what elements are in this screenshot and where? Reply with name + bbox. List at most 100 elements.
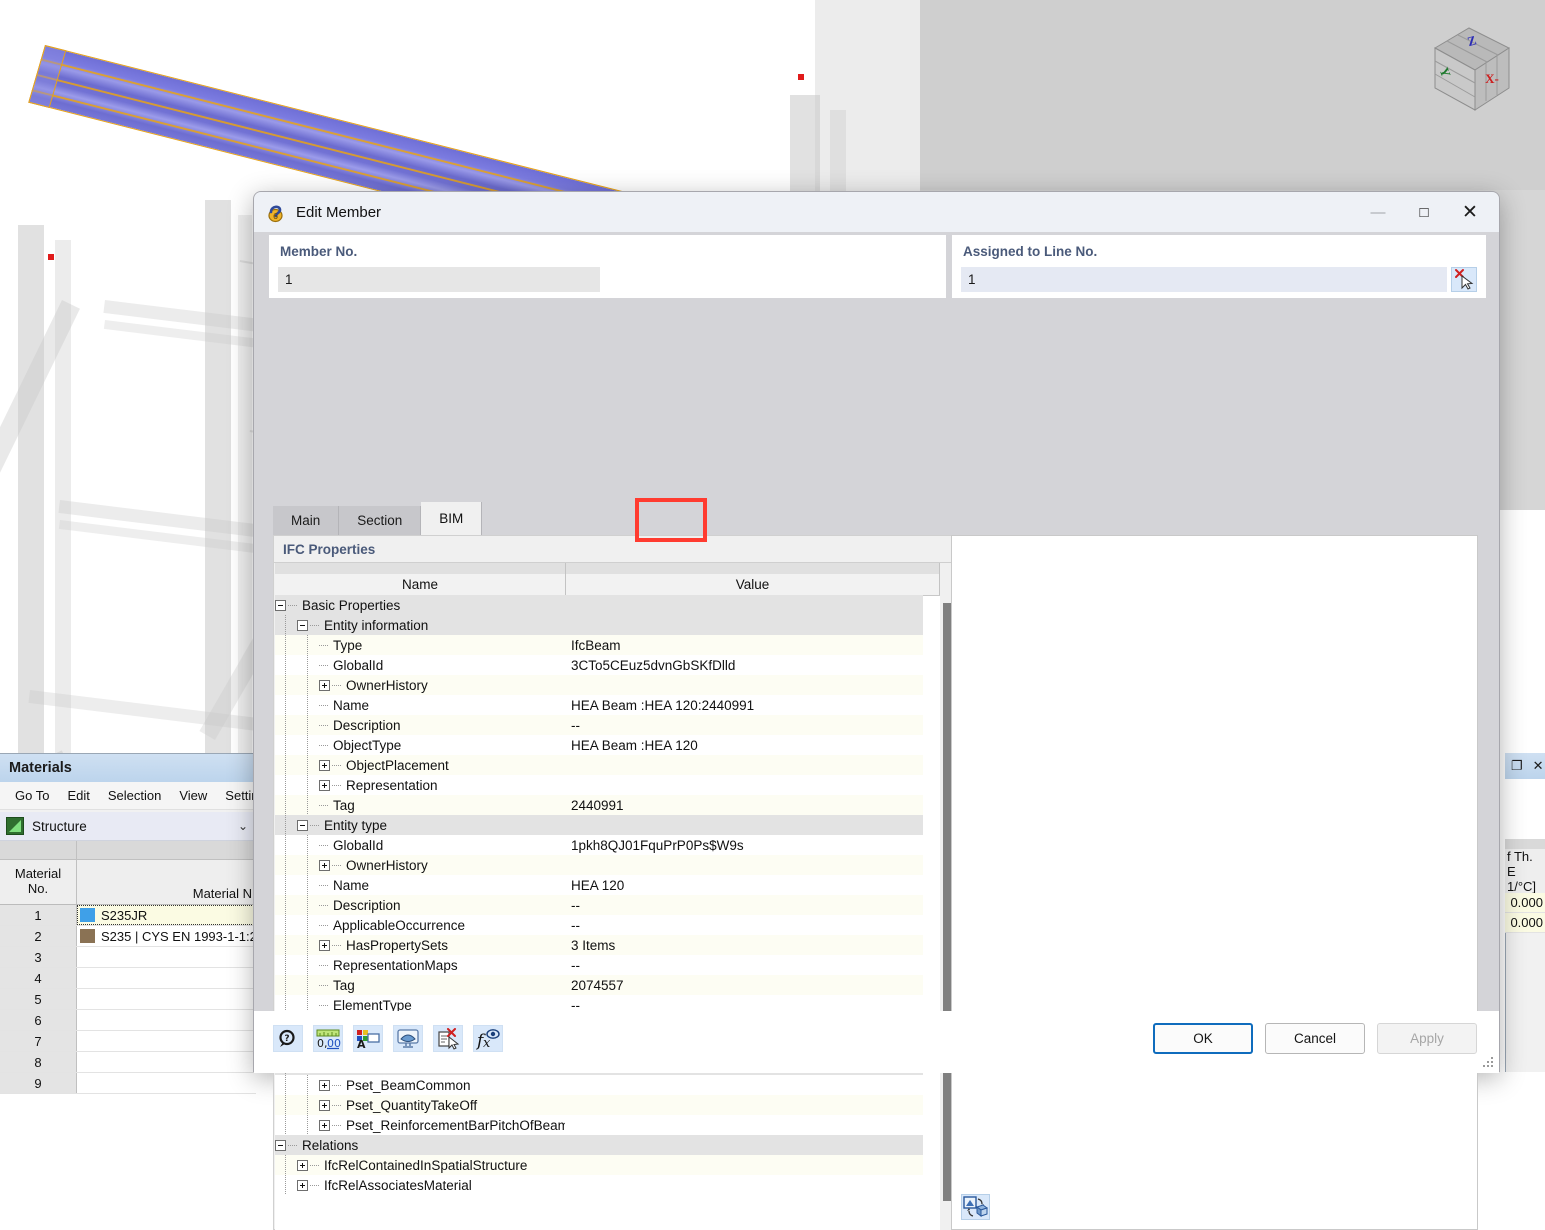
materials-row-name-cell[interactable] — [77, 989, 256, 1009]
swap-view-icon[interactable] — [961, 1194, 990, 1220]
view-cube[interactable]: Z Y X- — [1417, 10, 1527, 120]
structure-combo[interactable]: Structure ⌄ — [0, 812, 256, 841]
tree-row[interactable]: HasPropertySets3 Items — [275, 935, 923, 955]
material-color-swatch[interactable] — [80, 908, 95, 922]
materials-row[interactable]: 9 — [0, 1073, 256, 1094]
menu-edit[interactable]: Edit — [58, 785, 98, 806]
materials-row-name-cell[interactable] — [77, 1010, 256, 1030]
tree-row[interactable]: OwnerHistory — [275, 855, 923, 875]
expand-icon[interactable] — [319, 1100, 330, 1111]
materials-row-name-cell[interactable]: S235JR — [77, 905, 256, 925]
view-settings-icon[interactable] — [393, 1025, 423, 1052]
menu-go-to[interactable]: Go To — [6, 785, 58, 806]
tree-row[interactable]: Pset_QuantityTakeOff — [275, 1095, 923, 1115]
assigned-line-input[interactable]: 1 — [961, 267, 1447, 292]
apply-button[interactable]: Apply — [1377, 1023, 1477, 1054]
maximize-button[interactable]: □ — [1401, 192, 1447, 232]
dialog-tabs[interactable]: MainSectionBIM — [273, 502, 482, 535]
tree-row[interactable]: GlobalId1pkh8QJ01FquPrP0Ps$W9s — [275, 835, 923, 855]
materials-table[interactable]: MaterialNo. Material N 1S235JR2S235 | CY… — [0, 841, 256, 1094]
tree-row[interactable]: RepresentationMaps-- — [275, 955, 923, 975]
tab-bim[interactable]: BIM — [421, 502, 482, 535]
materials-row[interactable]: 2S235 | CYS EN 1993-1-1:20 — [0, 926, 256, 947]
cancel-button[interactable]: Cancel — [1265, 1023, 1365, 1054]
dialog-action-buttons[interactable]: OK Cancel Apply — [1153, 1023, 1477, 1054]
tree-row[interactable]: Tag2440991 — [275, 795, 923, 815]
expand-icon[interactable] — [319, 860, 330, 871]
close-icon[interactable]: ✕ — [1533, 758, 1544, 774]
materials-row-name-cell[interactable] — [77, 1031, 256, 1051]
tab-main[interactable]: Main — [273, 506, 339, 535]
materials-panel[interactable]: Materials Go To Edit Selection View Sett… — [0, 753, 256, 1072]
formula-icon[interactable]: f x — [473, 1025, 503, 1052]
expand-icon[interactable] — [319, 1120, 330, 1131]
member-no-input[interactable]: 1 — [278, 267, 600, 292]
materials-row[interactable]: 4 — [0, 968, 256, 989]
tree-row[interactable]: GlobalId3CTo5CEuz5dvnGbSKfDlld — [275, 655, 923, 675]
menu-selection[interactable]: Selection — [99, 785, 170, 806]
edit-member-dialog[interactable]: 6 Edit Member — □ ✕ Member No. 1 Assigne… — [253, 191, 1500, 1072]
tree-row[interactable]: Pset_ReinforcementBarPitchOfBeam — [275, 1115, 923, 1135]
materials-menubar[interactable]: Go To Edit Selection View Settings — [0, 782, 256, 810]
ifc-tree[interactable]: Name Value Basic PropertiesEntity inform… — [275, 563, 957, 1230]
tree-row[interactable]: Pset_BeamCommon — [275, 1075, 923, 1095]
tree-row[interactable]: Tag2074557 — [275, 975, 923, 995]
collapse-icon[interactable] — [275, 600, 286, 611]
tree-row[interactable]: ObjectTypeHEA Beam :HEA 120 — [275, 735, 923, 755]
restore-icon[interactable]: ❐ — [1511, 758, 1523, 774]
expand-icon[interactable] — [319, 780, 330, 791]
collapse-icon[interactable] — [275, 1140, 286, 1151]
expand-icon[interactable] — [319, 760, 330, 771]
materials-row-name-cell[interactable] — [77, 947, 256, 967]
materials-row[interactable]: 5 — [0, 989, 256, 1010]
materials-row[interactable]: 8 — [0, 1052, 256, 1073]
materials-row-name-cell[interactable] — [77, 1073, 256, 1093]
tree-row[interactable]: IfcRelAssociatesMaterial — [275, 1175, 923, 1195]
tree-row[interactable]: ObjectPlacement — [275, 755, 923, 775]
tree-rows[interactable]: Basic PropertiesEntity informationTypeIf… — [275, 595, 923, 1230]
tree-row[interactable]: Representation — [275, 775, 923, 795]
materials-row-name-cell[interactable]: S235 | CYS EN 1993-1-1:20 — [77, 926, 256, 946]
expand-icon[interactable] — [319, 680, 330, 691]
material-color-swatch[interactable] — [80, 929, 95, 943]
tree-row[interactable]: OwnerHistory — [275, 675, 923, 695]
ok-button[interactable]: OK — [1153, 1023, 1253, 1054]
collapse-icon[interactable] — [297, 620, 308, 631]
materials-row-name-cell[interactable] — [77, 968, 256, 988]
tree-row[interactable]: TypeIfcBeam — [275, 635, 923, 655]
help-icon[interactable]: ? — [273, 1025, 303, 1052]
tree-row[interactable]: Description-- — [275, 895, 923, 915]
expand-icon[interactable] — [319, 1080, 330, 1091]
tree-row[interactable]: Relations — [275, 1135, 923, 1155]
tree-row[interactable]: NameHEA 120 — [275, 875, 923, 895]
expand-icon[interactable] — [297, 1180, 308, 1191]
materials-row[interactable]: 3 — [0, 947, 256, 968]
right-panel-caption[interactable]: ❐ ✕ — [1505, 753, 1545, 779]
minimize-button[interactable]: — — [1355, 192, 1401, 232]
collapse-icon[interactable] — [297, 820, 308, 831]
materials-row-name-cell[interactable] — [77, 1052, 256, 1072]
tree-row[interactable]: NameHEA Beam :HEA 120:2440991 — [275, 695, 923, 715]
close-icon[interactable]: ✕ — [1447, 192, 1493, 232]
materials-table-body[interactable]: 1S235JR2S235 | CYS EN 1993-1-1:203456789 — [0, 905, 256, 1094]
dialog-titlebar[interactable]: 6 Edit Member — □ ✕ — [254, 192, 1499, 232]
tree-row[interactable]: ApplicableOccurrence-- — [275, 915, 923, 935]
expand-icon[interactable] — [297, 1160, 308, 1171]
tree-row[interactable]: Entity information — [275, 615, 923, 635]
tree-row[interactable]: Entity type — [275, 815, 923, 835]
materials-row[interactable]: 6 — [0, 1010, 256, 1031]
tab-section[interactable]: Section — [339, 506, 421, 535]
units-decimal-places-icon[interactable]: 0, 00 — [313, 1025, 343, 1052]
menu-view[interactable]: View — [170, 785, 216, 806]
tree-row[interactable]: IfcRelContainedInSpatialStructure — [275, 1155, 923, 1175]
pick-line-button[interactable] — [1451, 267, 1477, 292]
materials-row[interactable]: 7 — [0, 1031, 256, 1052]
chevron-down-icon[interactable]: ⌄ — [238, 819, 248, 833]
tree-row[interactable]: Basic Properties — [275, 595, 923, 615]
display-properties-icon[interactable]: A — [353, 1025, 383, 1052]
resize-grip[interactable] — [1483, 1057, 1493, 1067]
footer-toolbar[interactable]: ? 0, 00 — [273, 1025, 503, 1052]
tree-row[interactable]: Description-- — [275, 715, 923, 735]
expand-icon[interactable] — [319, 940, 330, 951]
delete-selection-icon[interactable] — [433, 1025, 463, 1052]
